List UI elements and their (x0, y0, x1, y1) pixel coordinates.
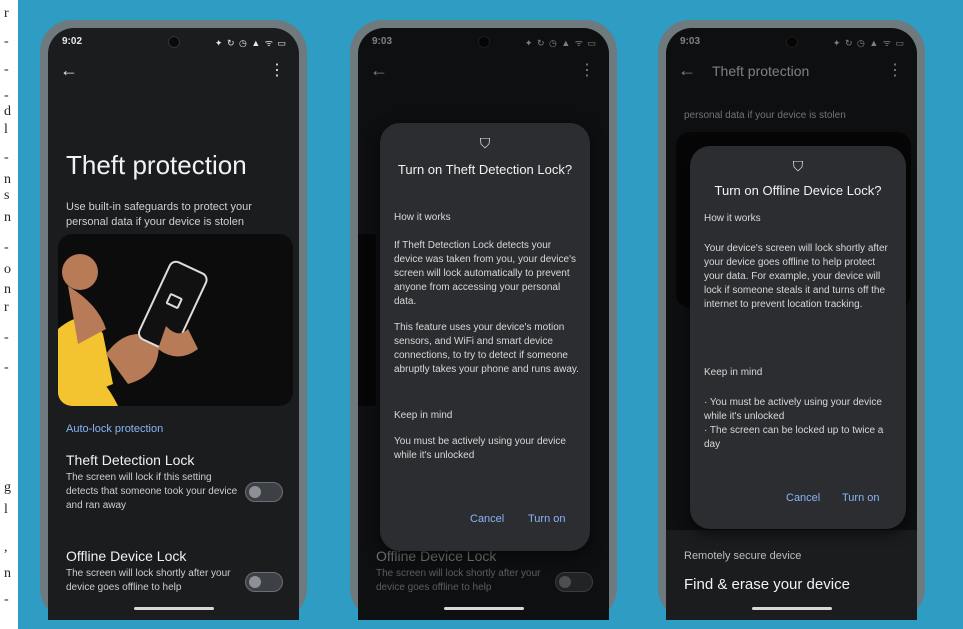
phone-3-screen: 9:03 ✦ ↻ ◷ ▲ ᯤ ▭ ← Theft protection ⋮ pe… (666, 28, 917, 620)
find-erase-title[interactable]: Find & erase your device (684, 576, 850, 593)
text-fragment: - (4, 88, 9, 103)
text-fragment: - (4, 34, 9, 49)
gesture-nav-bar[interactable] (133, 607, 214, 610)
how-it-works-heading: How it works (704, 213, 761, 224)
keep-in-mind-heading: Keep in mind (394, 410, 453, 421)
left-text-fragment: r - - - d l - n s n - o n r - - g l , n … (0, 0, 18, 629)
bullet-twice-a-day: · The screen can be locked up to twice a… (704, 425, 884, 450)
offline-lock-title[interactable]: Offline Device Lock (66, 548, 186, 564)
shield-icon: ⛉ (479, 135, 491, 151)
page-subtitle: Use built-in safeguards to protect your … (66, 201, 252, 228)
camera-hole (168, 36, 180, 48)
text-fragment: l (4, 502, 8, 517)
text-fragment: - (4, 592, 9, 607)
illustration-svg (58, 254, 208, 406)
offline-lock-toggle[interactable] (245, 572, 283, 592)
status-bar: 9:02 ✦ ↻ ◷ ▲ ᯤ ▭ (48, 34, 299, 52)
theft-detection-toggle[interactable] (245, 482, 283, 502)
text-fragment: o (4, 262, 11, 277)
bullet-unlocked: · You must be actively using your device… (704, 397, 882, 422)
theft-detection-title[interactable]: Theft Detection Lock (66, 452, 194, 468)
section-label: Auto-lock protection (66, 423, 164, 435)
theft-detection-desc: The screen will lock if this setting det… (66, 472, 238, 511)
how-it-works-text: If Theft Detection Lock detects your dev… (394, 240, 576, 307)
section-label: Remotely secure device (684, 550, 802, 562)
theft-illustration (58, 234, 293, 406)
more-vert-icon[interactable]: ⋮ (269, 60, 285, 80)
shield-icon: ⛉ (792, 158, 804, 174)
phone-1-screen: 9:02 ✦ ↻ ◷ ▲ ᯤ ▭ ← ⋮ Theft protection Us… (48, 28, 299, 620)
keep-in-mind-text: You must be actively using your device w… (394, 436, 566, 461)
text-fragment: n (4, 172, 11, 187)
text-fragment: , (4, 540, 8, 555)
text-fragment: r (4, 300, 9, 315)
text-fragment: n (4, 566, 11, 581)
offline-lock-desc: The screen will lock shortly after your … (66, 568, 231, 593)
text-fragment: - (4, 240, 9, 255)
text-fragment: n (4, 282, 11, 297)
blue-backdrop: 9:02 ✦ ↻ ◷ ▲ ᯤ ▭ ← ⋮ Theft protection Us… (18, 0, 963, 629)
text-fragment: s (4, 188, 10, 203)
dialog-title: Turn on Theft Detection Lock? (397, 162, 573, 177)
theft-detection-dialog: ⛉ Turn on Theft Detection Lock? How it w… (380, 123, 590, 551)
back-arrow-icon[interactable]: ← (60, 60, 78, 81)
keep-in-mind-heading: Keep in mind (704, 367, 763, 378)
top-app-bar: ← ⋮ (48, 58, 299, 84)
text-fragment: l (4, 122, 8, 137)
offline-lock-dialog: ⛉ Turn on Offline Device Lock? How it wo… (690, 146, 906, 529)
text-fragment: r (4, 6, 9, 21)
gesture-nav-bar[interactable] (751, 607, 832, 610)
text-fragment: - (4, 330, 9, 345)
status-icons: ✦ ↻ ◷ ▲ ᯤ ▭ (214, 38, 287, 48)
turn-on-button[interactable]: Turn on (528, 513, 566, 525)
phone-2-screen: 9:03 ✦ ↻ ◷ ▲ ᯤ ▭ ← ⋮ Offline Device Lock… (358, 28, 609, 620)
phone-3: 9:03 ✦ ↻ ◷ ▲ ᯤ ▭ ← Theft protection ⋮ pe… (658, 20, 925, 620)
text-fragment: - (4, 62, 9, 77)
text-fragment: n (4, 210, 11, 225)
text-fragment: - (4, 150, 9, 165)
phone-1: 9:02 ✦ ↻ ◷ ▲ ᯤ ▭ ← ⋮ Theft protection Us… (40, 20, 307, 620)
dialog-title: Turn on Offline Device Lock? (714, 183, 882, 198)
cancel-button[interactable]: Cancel (786, 492, 820, 504)
page-title: Theft protection (66, 150, 247, 180)
phone-2: 9:03 ✦ ↻ ◷ ▲ ᯤ ▭ ← ⋮ Offline Device Lock… (350, 20, 617, 620)
how-it-works-heading: How it works (394, 212, 451, 223)
text-fragment: d (4, 104, 11, 119)
cancel-button[interactable]: Cancel (470, 513, 504, 525)
text-fragment: g (4, 480, 11, 495)
text-fragment: - (4, 360, 9, 375)
gesture-nav-bar[interactable] (443, 607, 524, 610)
sensors-text: This feature uses your device's motion s… (394, 322, 579, 375)
turn-on-button[interactable]: Turn on (842, 492, 880, 504)
how-it-works-text: Your device's screen will lock shortly a… (704, 243, 888, 310)
status-time: 9:02 (62, 36, 83, 47)
